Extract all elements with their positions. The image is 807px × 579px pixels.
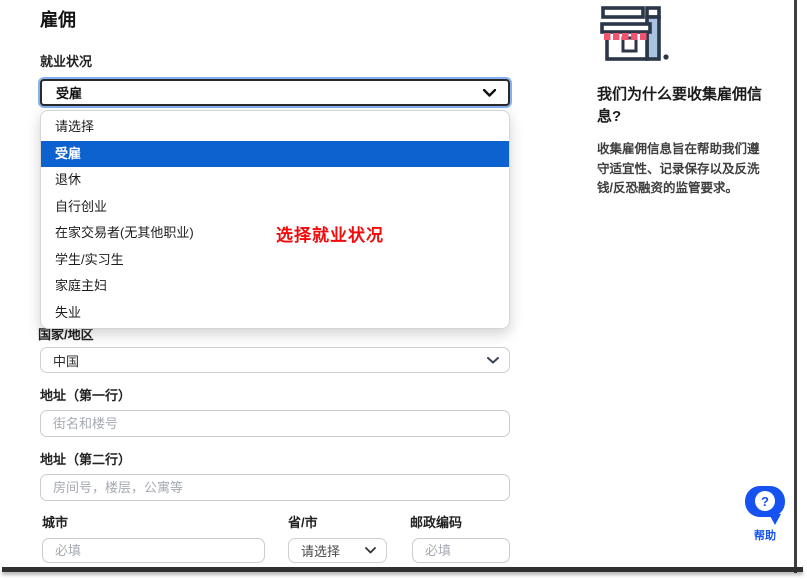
province-label: 省/市 — [288, 512, 318, 531]
annotation-select-employment-status: 选择就业状况 — [276, 221, 384, 246]
postal-code-input[interactable] — [412, 538, 510, 563]
province-select[interactable]: 请选择 — [288, 538, 387, 563]
address1-input[interactable] — [40, 410, 510, 437]
address2-label: 地址（第二行） — [40, 449, 131, 468]
storefront-icon — [595, 5, 673, 70]
employment-dropdown-list: 请选择受雇退休自行创业在家交易者(无其他职业)学生/实习生家庭主妇失业 — [40, 110, 510, 329]
dropdown-option[interactable]: 自行创业 — [41, 194, 509, 221]
help-label: 帮助 — [741, 527, 789, 543]
city-input[interactable] — [42, 538, 265, 563]
dropdown-option[interactable]: 失业 — [41, 300, 509, 327]
chevron-down-icon — [483, 89, 496, 97]
chevron-down-icon — [365, 547, 376, 554]
postal-code-label: 邮政编码 — [410, 512, 462, 531]
country-select[interactable]: 中国 — [40, 347, 510, 373]
dropdown-option[interactable]: 请选择 — [41, 114, 509, 141]
dropdown-option[interactable]: 在家交易者(无其他职业) — [41, 220, 509, 247]
address1-label: 地址（第一行） — [40, 385, 131, 404]
window-bottom-edge — [2, 567, 803, 572]
help-chat-icon: ? — [742, 484, 788, 526]
country-value: 中国 — [53, 351, 79, 370]
dropdown-option[interactable]: 受雇 — [41, 141, 509, 168]
city-label: 城市 — [42, 512, 68, 531]
dropdown-option[interactable]: 家庭主妇 — [41, 273, 509, 300]
page-title: 雇佣 — [40, 6, 76, 32]
employment-status-label: 就业状况 — [40, 51, 92, 70]
aside-heading: 我们为什么要收集雇佣信息? — [597, 84, 773, 128]
province-value: 请选择 — [301, 541, 340, 560]
employment-status-value: 受雇 — [56, 83, 82, 102]
help-button[interactable]: ? 帮助 — [741, 484, 789, 543]
chevron-down-icon — [487, 357, 499, 364]
dropdown-option[interactable]: 学生/实习生 — [41, 247, 509, 274]
aside-body: 收集雇佣信息旨在帮助我们遵守适宜性、记录保存以及反洗钱/反恐融资的监管要求。 — [597, 140, 765, 199]
address2-input[interactable] — [40, 474, 510, 501]
scrollbar-track[interactable] — [794, 0, 797, 573]
dropdown-option[interactable]: 退休 — [41, 167, 509, 194]
employment-status-select[interactable]: 受雇 — [40, 79, 510, 106]
help-question-mark: ? — [761, 494, 769, 509]
